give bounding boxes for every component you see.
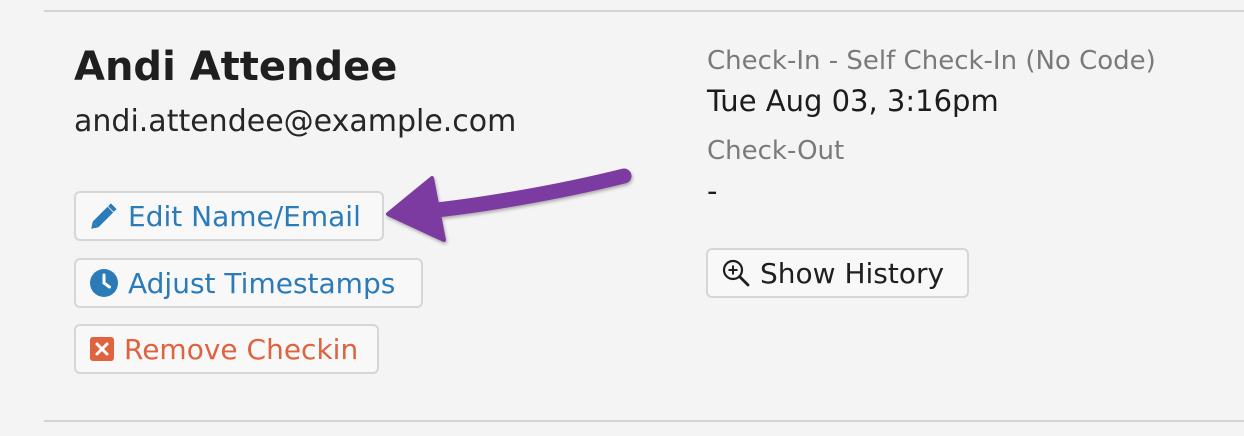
edit-name-email-label: Edit Name/Email [128, 199, 361, 233]
adjust-timestamps-button[interactable]: Adjust Timestamps [74, 258, 423, 308]
show-history-button[interactable]: Show History [706, 248, 969, 298]
attendee-email: andi.attendee@example.com [74, 104, 517, 139]
remove-checkin-button[interactable]: Remove Checkin [74, 324, 379, 374]
pencil-icon [89, 202, 119, 230]
close-box-icon [89, 336, 115, 362]
adjust-timestamps-label: Adjust Timestamps [128, 266, 396, 300]
attendee-name: Andi Attendee [74, 44, 398, 90]
checkin-label: Check-In - Self Check-In (No Code) [707, 46, 1156, 76]
zoom-in-icon [721, 258, 751, 288]
top-divider [44, 10, 1244, 12]
checkout-label: Check-Out [707, 136, 845, 166]
edit-name-email-button[interactable]: Edit Name/Email [74, 191, 384, 241]
bottom-divider [44, 420, 1244, 422]
show-history-label: Show History [760, 256, 945, 290]
checkin-value: Tue Aug 03, 3:16pm [707, 84, 999, 118]
remove-checkin-label: Remove Checkin [124, 332, 359, 366]
checkout-value: - [707, 174, 718, 208]
clock-icon [89, 268, 119, 298]
